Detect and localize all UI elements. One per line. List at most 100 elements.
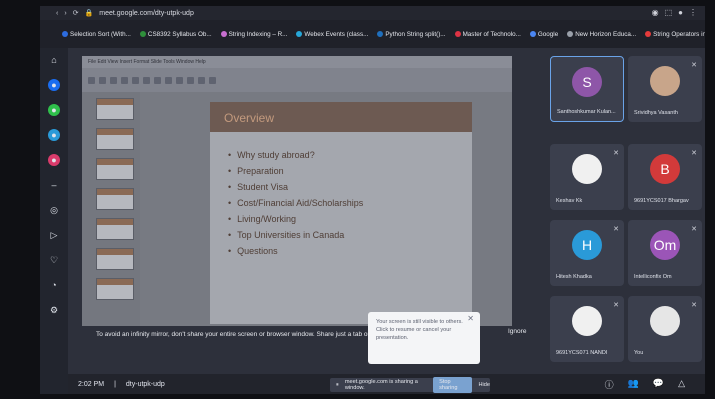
slide-thumbnail[interactable] xyxy=(96,278,134,300)
participant-tile[interactable]: Srividhya Vasanth ✕ xyxy=(628,56,702,122)
bookmark-label: String Indexing – R... xyxy=(228,30,288,38)
bookmark-label: Master of Technolo... xyxy=(462,30,521,38)
mic-off-icon: ✕ xyxy=(613,302,619,309)
toolbar-button[interactable] xyxy=(143,76,150,84)
extension-icon[interactable]: ⬚ xyxy=(665,8,673,17)
bookmark-icon xyxy=(62,31,68,37)
messenger-icon[interactable]: ● xyxy=(48,79,60,91)
toolbar-button[interactable] xyxy=(121,76,128,84)
participant-name: Keshav Kk xyxy=(556,198,583,204)
toolbar-button[interactable] xyxy=(88,76,95,84)
browser-tabbar: ‹ › ⟳ 🔒 meet.google.com/dty-utpk-udp ◉ ⬚… xyxy=(40,6,705,20)
participant-tile[interactable]: 9691YCS071 NANDI ✕ xyxy=(550,296,624,362)
bookmark-item[interactable]: Master of Technolo... xyxy=(454,30,521,38)
ignore-button[interactable]: Ignore xyxy=(508,328,526,335)
avatar: H xyxy=(572,230,602,260)
participant-tile[interactable]: S Santhoshkumar Kulan... xyxy=(550,56,624,122)
mic-off-icon: ✕ xyxy=(691,226,697,233)
bookmark-item[interactable]: Google xyxy=(529,30,559,38)
bookmark-label: Webex Events (class... xyxy=(304,30,369,38)
record-icon[interactable]: ◎ xyxy=(48,204,60,216)
bookmarks-bar: Selection Sort (With... CS8392 Syllabus O… xyxy=(40,20,705,48)
participant-tile[interactable]: B 9691YCS017 Bhargav ✕ xyxy=(628,144,702,210)
meet-right-controls: ⓘ 👥 💬 △ xyxy=(605,378,685,391)
hide-button[interactable]: Hide xyxy=(478,382,490,388)
participant-tile[interactable]: H Hitesh Khadka ✕ xyxy=(550,220,624,286)
bookmark-item[interactable]: String Indexing – R... xyxy=(220,30,288,38)
meeting-time: 2:02 PM xyxy=(78,380,105,388)
bullet-item: Student Visa xyxy=(228,182,363,192)
current-slide[interactable]: Overview Why study abroad? Preparation S… xyxy=(210,102,472,324)
participant-tile[interactable]: You ✕ xyxy=(628,296,702,362)
mic-off-icon: ✕ xyxy=(691,150,697,157)
toolbar-button[interactable] xyxy=(176,76,183,84)
clock-icon[interactable]: ◔ xyxy=(48,279,60,291)
bullet-item: Cost/Financial Aid/Scholarships xyxy=(228,198,363,208)
slide-thumbnail[interactable] xyxy=(96,128,134,150)
bookmark-label: Google xyxy=(537,30,559,38)
share-text: meet.google.com is sharing a window. xyxy=(344,379,418,391)
activities-icon[interactable]: △ xyxy=(678,378,685,391)
chat-icon[interactable]: 💬 xyxy=(653,378,664,391)
lock-icon: 🔒 xyxy=(84,10,94,17)
whatsapp-icon[interactable]: ● xyxy=(48,104,60,116)
stop-sharing-button[interactable]: Stop sharing xyxy=(433,377,473,393)
bookmark-item[interactable]: Python String split()... xyxy=(377,31,446,38)
slide-thumbnail[interactable] xyxy=(96,188,134,210)
toolbar-button[interactable] xyxy=(198,76,205,84)
toolbar-button[interactable] xyxy=(110,76,117,84)
bookmark-label: Selection Sort (With... xyxy=(70,30,131,38)
info-icon[interactable]: ⓘ xyxy=(605,378,614,391)
slide-thumbnail[interactable] xyxy=(96,218,134,240)
menu-icon[interactable]: ⋮ xyxy=(689,8,697,17)
mic-off-icon: ✕ xyxy=(613,150,619,157)
close-icon[interactable]: ✕ xyxy=(467,315,474,323)
forward-icon[interactable]: › xyxy=(64,10,66,17)
back-icon[interactable]: ‹ xyxy=(56,10,58,17)
bookmark-icon xyxy=(567,31,574,37)
slide-canvas: Overview Why study abroad? Preparation S… xyxy=(140,92,512,326)
bookmark-icon xyxy=(377,31,384,37)
bookmark-label: New Horizon Educa... xyxy=(575,30,637,38)
participant-tile[interactable]: Keshav Kk ✕ xyxy=(550,144,624,210)
meeting-code: dty-utpk-udp xyxy=(125,380,165,388)
toolbar-button[interactable] xyxy=(165,76,172,84)
bullet-item: Living/Working xyxy=(228,214,363,224)
toolbar-button[interactable] xyxy=(187,76,194,84)
bullet-item: Why study abroad? xyxy=(228,150,363,160)
camera-icon[interactable]: ◉ xyxy=(652,8,659,17)
slide-thumbnail[interactable] xyxy=(96,158,134,180)
toolbar-button[interactable] xyxy=(154,76,161,84)
bookmark-item[interactable]: String Operators in... xyxy=(645,31,705,38)
reload-icon[interactable]: ⟳ xyxy=(73,9,79,17)
avatar: S xyxy=(572,67,602,97)
slide-thumbnail[interactable] xyxy=(96,248,134,270)
bookmark-item[interactable]: Webex Events (class... xyxy=(296,31,368,38)
divider-icon: – xyxy=(51,180,57,190)
laptop-bezel: ‹ › ⟳ 🔒 meet.google.com/dty-utpk-udp ◉ ⬚… xyxy=(0,0,715,399)
toolbar-button[interactable] xyxy=(209,76,216,84)
bookmark-item[interactable]: New Horizon Educa... xyxy=(567,31,636,38)
telegram-icon[interactable]: ● xyxy=(48,129,60,141)
meet-main: File Edit View Insert Format Slide Tools… xyxy=(68,48,705,394)
address-bar[interactable]: meet.google.com/dty-utpk-udp xyxy=(99,10,194,17)
home-icon[interactable]: ⌂ xyxy=(48,54,60,66)
profile-icon[interactable]: ● xyxy=(678,8,683,17)
people-icon[interactable]: 👥 xyxy=(628,378,639,391)
popup-text: Your screen is still visible to others. … xyxy=(376,319,463,341)
toolbar-button[interactable] xyxy=(132,76,139,84)
play-icon[interactable]: ▷ xyxy=(48,229,60,241)
bookmark-item[interactable]: CS8392 Syllabus Ob... xyxy=(139,31,212,38)
avatar: Om xyxy=(650,230,680,260)
settings-icon[interactable]: ⚙ xyxy=(48,304,60,316)
slide-thumbnail[interactable] xyxy=(96,98,134,120)
heart-icon[interactable]: ♡ xyxy=(48,254,60,266)
avatar xyxy=(650,66,680,96)
toolbar-button[interactable] xyxy=(99,76,106,84)
participant-tile[interactable]: Om Intelliconfix Om ✕ xyxy=(628,220,702,286)
browser-actions: ◉ ⬚ ● ⋮ xyxy=(652,8,697,17)
bookmark-item[interactable]: Selection Sort (With... xyxy=(62,31,131,38)
slide-title: Overview xyxy=(224,111,275,125)
instagram-icon[interactable]: ● xyxy=(48,154,60,166)
editor-toolbar xyxy=(82,68,512,92)
